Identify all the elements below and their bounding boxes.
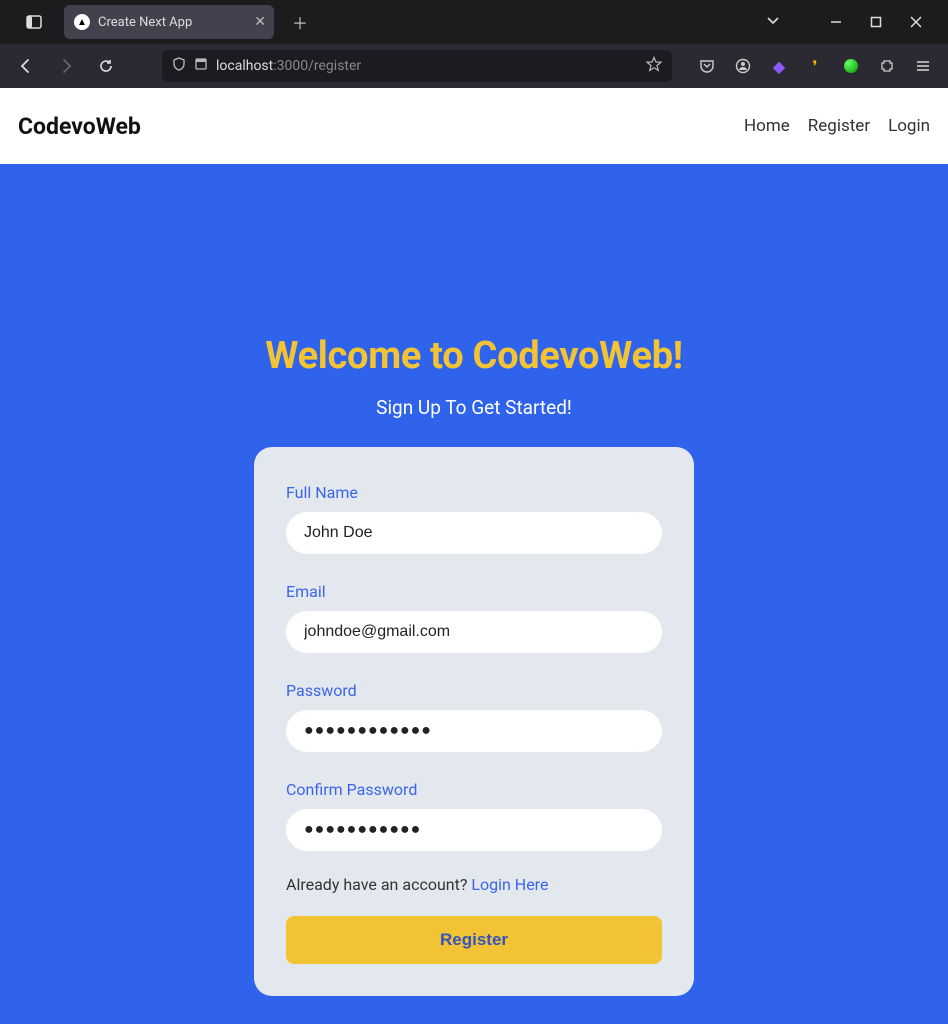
fullname-input[interactable] bbox=[286, 512, 662, 554]
forward-button[interactable] bbox=[52, 52, 80, 80]
back-button[interactable] bbox=[12, 52, 40, 80]
titlebar-controls bbox=[766, 13, 940, 32]
shield-icon[interactable] bbox=[172, 57, 186, 75]
confirm-password-label: Confirm Password bbox=[286, 780, 662, 799]
sidebar-toggle-icon[interactable] bbox=[20, 8, 48, 36]
register-button[interactable]: Register bbox=[286, 916, 662, 964]
email-input[interactable] bbox=[286, 611, 662, 653]
chevron-down-icon[interactable] bbox=[766, 13, 780, 32]
page-info-icon[interactable] bbox=[194, 57, 208, 75]
browser-chrome: ▲ Create Next App ✕ ＋ bbox=[0, 0, 948, 88]
login-prompt-row: Already have an account? Login Here bbox=[286, 875, 662, 894]
fullname-label: Full Name bbox=[286, 483, 662, 502]
hero-subtitle: Sign Up To Get Started! bbox=[376, 396, 572, 419]
confirm-password-input[interactable] bbox=[286, 809, 662, 851]
extensions-icon[interactable] bbox=[878, 57, 896, 75]
extension-3-icon[interactable] bbox=[842, 57, 860, 75]
extension-2-icon[interactable]: ❜ bbox=[806, 57, 824, 75]
password-label: Password bbox=[286, 681, 662, 700]
new-tab-button[interactable]: ＋ bbox=[286, 8, 314, 36]
login-here-link[interactable]: Login Here bbox=[471, 875, 548, 894]
nav-login[interactable]: Login bbox=[888, 116, 930, 136]
email-label: Email bbox=[286, 582, 662, 601]
pocket-icon[interactable] bbox=[698, 57, 716, 75]
password-input[interactable] bbox=[286, 710, 662, 752]
tab-title: Create Next App bbox=[98, 15, 192, 30]
login-prompt-text: Already have an account? bbox=[286, 875, 471, 894]
url-text: localhost :3000/register bbox=[216, 58, 638, 74]
url-host: localhost bbox=[216, 58, 273, 74]
menu-icon[interactable] bbox=[914, 57, 932, 75]
browser-tab[interactable]: ▲ Create Next App ✕ bbox=[64, 5, 274, 39]
page-content: CodevoWeb Home Register Login Welcome to… bbox=[0, 88, 948, 1024]
browser-toolbar: localhost :3000/register ◆ ❜ bbox=[0, 44, 948, 88]
url-path: :3000/register bbox=[273, 58, 361, 74]
brand-logo[interactable]: CodevoWeb bbox=[18, 113, 141, 140]
reload-button[interactable] bbox=[92, 52, 120, 80]
site-header: CodevoWeb Home Register Login bbox=[0, 88, 948, 164]
account-icon[interactable] bbox=[734, 57, 752, 75]
extension-1-icon[interactable]: ◆ bbox=[770, 57, 788, 75]
nav-home[interactable]: Home bbox=[744, 116, 790, 136]
minimize-icon[interactable] bbox=[828, 14, 844, 30]
titlebar: ▲ Create Next App ✕ ＋ bbox=[0, 0, 948, 44]
maximize-icon[interactable] bbox=[868, 14, 884, 30]
address-bar[interactable]: localhost :3000/register bbox=[162, 50, 672, 82]
close-window-icon[interactable] bbox=[908, 14, 924, 30]
register-card: Full Name Email Password Confirm Passwor… bbox=[254, 447, 694, 996]
site-nav: Home Register Login bbox=[744, 116, 930, 136]
extension-icons: ◆ ❜ bbox=[698, 57, 936, 75]
hero-section: Welcome to CodevoWeb! Sign Up To Get Sta… bbox=[0, 164, 948, 1024]
hero-title: Welcome to CodevoWeb! bbox=[265, 334, 683, 378]
nav-register[interactable]: Register bbox=[808, 116, 870, 136]
tab-favicon-icon: ▲ bbox=[74, 14, 90, 30]
close-tab-icon[interactable]: ✕ bbox=[254, 14, 266, 30]
bookmark-star-icon[interactable] bbox=[646, 56, 662, 76]
